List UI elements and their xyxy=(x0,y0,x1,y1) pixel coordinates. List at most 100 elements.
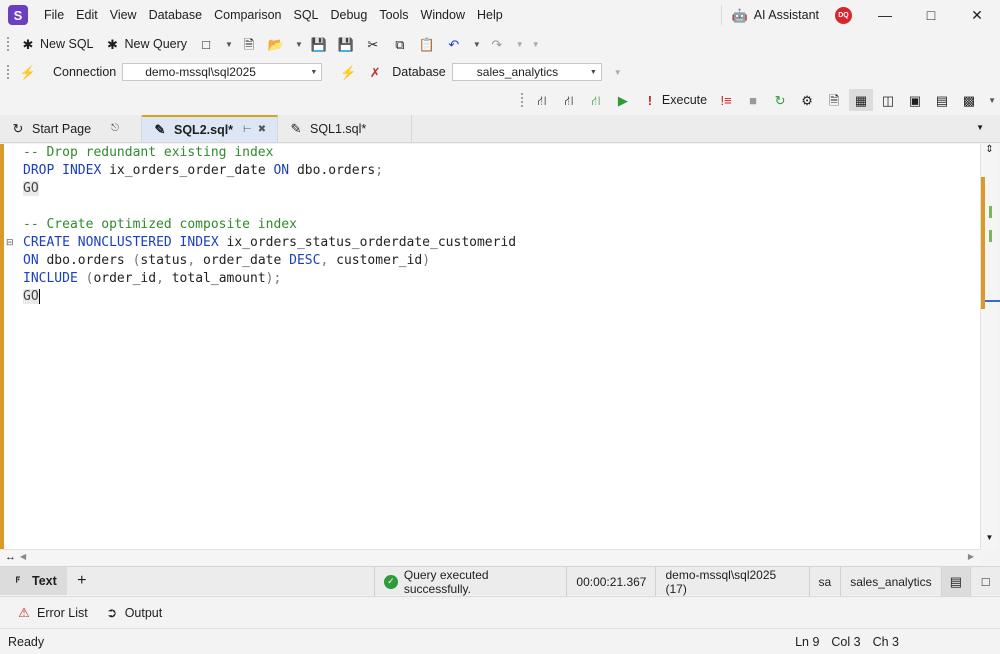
history-button[interactable]: ↻ xyxy=(768,89,792,111)
menu-debug[interactable]: Debug xyxy=(325,0,374,30)
menu-help[interactable]: Help xyxy=(471,0,509,30)
menu-sql[interactable]: SQL xyxy=(287,0,324,30)
toolbar-grip[interactable] xyxy=(6,36,10,52)
execute-current-button[interactable]: !≡ xyxy=(714,89,738,111)
db-button-1[interactable]: ⛙ xyxy=(530,89,554,111)
save-icon: 💾 xyxy=(310,36,327,52)
db-button-3[interactable]: ⛙ xyxy=(584,89,608,111)
undo-button[interactable]: ↶ xyxy=(442,33,466,55)
cut-button[interactable]: ✂ xyxy=(361,33,385,55)
run-button[interactable]: ▶ xyxy=(611,89,635,111)
code-line: GO xyxy=(23,181,39,196)
user-name: sa xyxy=(808,567,841,596)
copy-button[interactable]: ⧉ xyxy=(388,33,412,55)
execute-current-icon: !≡ xyxy=(720,92,732,108)
error-list-icon: ⚠ xyxy=(18,605,30,620)
new-query-icon: ✱ xyxy=(107,36,118,52)
code-area[interactable]: -- Drop redundant existing index DROP IN… xyxy=(23,144,516,306)
chevron-down-icon[interactable]: ▼ xyxy=(295,40,303,49)
tab-error-list[interactable]: ⚠ Error List xyxy=(0,599,100,627)
scroll-left-icon[interactable]: ◀ xyxy=(20,552,26,561)
close-button[interactable]: ✕ xyxy=(954,0,1000,30)
split-icon[interactable]: ⇕ xyxy=(981,144,998,160)
maximize-editor-button[interactable]: □ xyxy=(970,567,1000,596)
toolbar-overflow-icon[interactable]: ▼ xyxy=(532,40,540,49)
new-file-button[interactable]: 🗎 xyxy=(237,33,261,55)
menu-tools[interactable]: Tools xyxy=(373,0,414,30)
tab-text[interactable]: ⸁ Text xyxy=(0,567,67,595)
menu-database[interactable]: Database xyxy=(143,0,209,30)
server-name: demo-mssql\sql2025 (17) xyxy=(655,567,808,596)
open-button[interactable]: 📂 xyxy=(264,33,288,55)
scroll-down-icon[interactable]: ▼ xyxy=(981,533,998,549)
add-tab-button[interactable]: + xyxy=(67,572,97,590)
disconnect-button[interactable]: ⚡ xyxy=(336,61,360,83)
maximize-button[interactable]: □ xyxy=(908,0,954,30)
ai-assistant-button[interactable]: 🤖 AI Assistant xyxy=(720,5,829,25)
menu-file[interactable]: File xyxy=(38,0,70,30)
chevron-down-icon: ▼ xyxy=(589,68,597,76)
new-query-button[interactable]: ✱ New Query xyxy=(101,33,192,55)
chevron-down-icon[interactable]: ▼ xyxy=(516,40,524,49)
paste-button[interactable]: 📋 xyxy=(415,33,439,55)
menu-window[interactable]: Window xyxy=(415,0,471,30)
toggle-results-button[interactable]: ▤ xyxy=(940,567,971,596)
change-marker xyxy=(989,230,992,242)
robot-icon: 🤖 xyxy=(731,7,748,23)
export-button[interactable]: 🗎 xyxy=(822,89,846,111)
close-icon[interactable]: ✖ xyxy=(258,124,266,135)
save-button[interactable]: 💾 xyxy=(307,33,331,55)
toolbar-overflow-icon[interactable]: ▼ xyxy=(988,96,996,105)
profiler-button[interactable]: ⚙ xyxy=(795,89,819,111)
status-bar: Ready Ln 9 Col 3 Ch 3 xyxy=(0,628,1000,654)
fold-icon[interactable]: ⊟ xyxy=(6,237,16,248)
save-all-button[interactable]: 💾 xyxy=(334,33,358,55)
stop-button[interactable]: ■ xyxy=(741,89,765,111)
new-document-icon: □ xyxy=(202,36,210,52)
connect-button[interactable]: ⚡ xyxy=(16,61,40,83)
chart-button[interactable]: ▤ xyxy=(930,89,954,111)
pin-icon[interactable]: ⊢ xyxy=(243,124,252,135)
scroll-right-icon[interactable]: ▶ xyxy=(968,552,974,561)
toolbar-grip[interactable] xyxy=(519,92,524,108)
options-button[interactable]: ▩ xyxy=(957,89,981,111)
chevron-down-icon[interactable]: ▼ xyxy=(473,40,481,49)
tab-sql2[interactable]: ✎ SQL2.sql* ⊢ ✖ xyxy=(142,115,278,142)
editor-horizontal-scrollbar[interactable]: ↔ ◀ ▶ xyxy=(0,549,980,565)
connection-select[interactable]: demo-mssql\sql2025 ▼ xyxy=(122,63,323,81)
grid-view-button[interactable]: ▦ xyxy=(849,89,874,111)
avatar[interactable]: DQ xyxy=(835,6,852,24)
chevron-down-icon[interactable]: ▼ xyxy=(225,40,233,49)
text-icon: ⸁ xyxy=(14,573,22,589)
text-cursor xyxy=(38,289,40,304)
disconnect-all-button[interactable]: ✗ xyxy=(363,61,387,83)
tab-output[interactable]: ➲ Output xyxy=(100,599,175,627)
sql-editor[interactable]: ⊟ -- Drop redundant existing index DROP … xyxy=(0,144,980,549)
editor-vertical-scrollbar[interactable]: ⇕ ▼ xyxy=(980,144,1000,549)
menu-comparison[interactable]: Comparison xyxy=(208,0,287,30)
layout-button[interactable]: ◫ xyxy=(876,89,900,111)
execute-button[interactable]: ! Execute xyxy=(638,89,711,111)
tool-window-tabs: ⚠ Error List ➲ Output xyxy=(0,596,1000,628)
status-ready: Ready xyxy=(8,634,45,649)
tab-list-chevron-icon[interactable]: ▼ xyxy=(976,123,984,132)
split-icon[interactable]: ↔ xyxy=(5,551,16,563)
menu-edit[interactable]: Edit xyxy=(70,0,104,30)
menu-view[interactable]: View xyxy=(104,0,143,30)
new-document-button[interactable]: □ xyxy=(194,33,218,55)
tab-label: SQL1.sql* xyxy=(310,121,367,136)
db-button-2[interactable]: ⛙ xyxy=(557,89,581,111)
output-label: Output xyxy=(124,605,163,620)
tab-start-page[interactable]: ↻ Start Page ⎋ xyxy=(0,115,142,142)
new-sql-button[interactable]: ✱ New SQL xyxy=(16,33,98,55)
tab-sql1[interactable]: ✎ SQL1.sql* xyxy=(278,115,412,142)
redo-button[interactable]: ↷ xyxy=(485,33,509,55)
image-button[interactable]: ▣ xyxy=(903,89,927,111)
pin-icon[interactable]: ⎋ xyxy=(111,123,119,134)
database-select[interactable]: sales_analytics ▼ xyxy=(451,63,602,81)
minimize-button[interactable]: — xyxy=(862,0,908,30)
toolbar-overflow-icon[interactable]: ▼ xyxy=(614,68,622,77)
check-icon: ✓ xyxy=(384,574,398,589)
new-file-icon: 🗎 xyxy=(243,36,255,52)
toolbar-grip[interactable] xyxy=(6,64,10,80)
